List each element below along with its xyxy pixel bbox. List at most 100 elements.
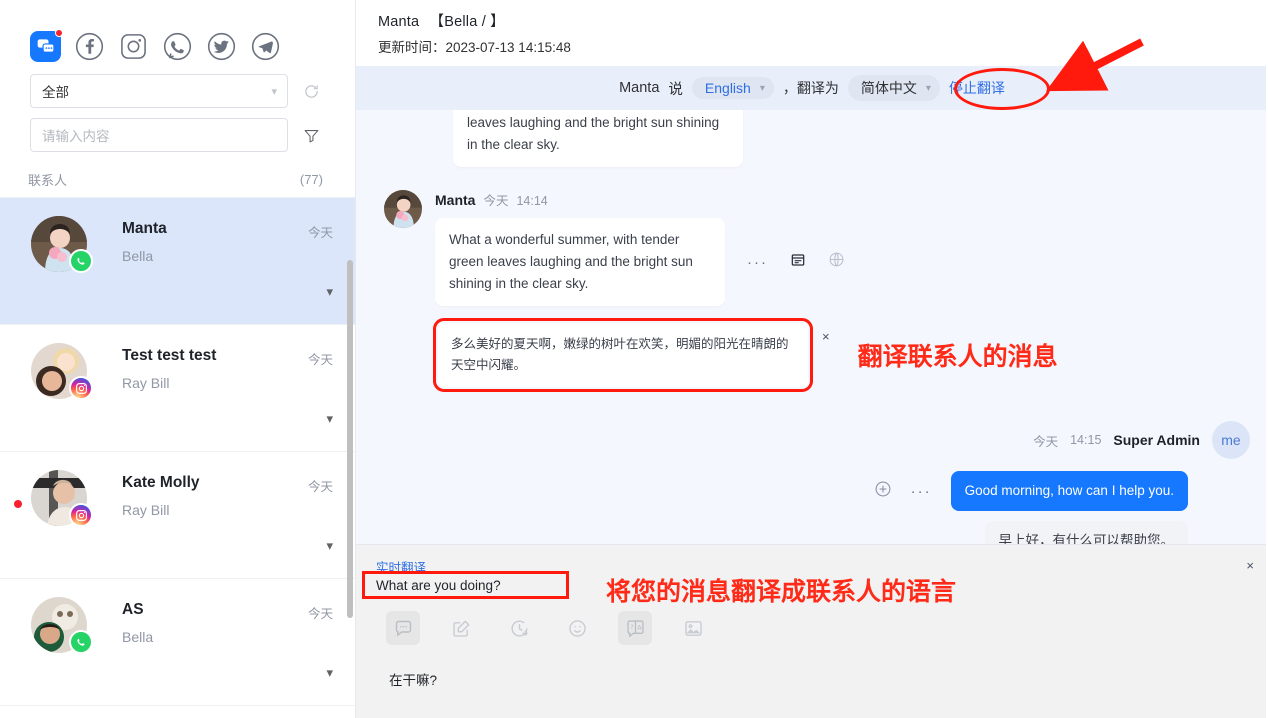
svg-text:A: A (637, 623, 642, 631)
contacts-count: (77) (299, 172, 323, 187)
twitter-icon[interactable] (206, 31, 237, 62)
instagram-badge-icon (69, 503, 93, 527)
contact-subtitle: Bella (122, 248, 154, 264)
annotation-translate-your-message: 将您的消息翻译成联系人的语言 (606, 578, 957, 606)
refresh-icon[interactable] (300, 80, 322, 102)
instagram-icon[interactable] (118, 31, 149, 62)
compose-edit-icon[interactable] (444, 611, 478, 645)
channel-filter-value: 全部 (42, 85, 69, 100)
contact-list[interactable]: Manta Bella 今天 ▾ Test test test Ray Bill… (0, 197, 355, 718)
annotation-translate-contact-message: 翻译联系人的消息 (857, 343, 1058, 371)
funnel-filter-icon[interactable] (300, 124, 322, 146)
more-icon[interactable]: ··· (911, 483, 932, 500)
message-sender-name: Super Admin (1113, 432, 1200, 448)
source-language-value: English (704, 80, 751, 96)
message-day: 今天 (1033, 434, 1059, 449)
app-logo-icon[interactable] (30, 28, 63, 62)
search-input[interactable]: 请输入内容 (30, 118, 288, 152)
filter-select-row: 全部 ▾ (0, 74, 355, 108)
contacts-header: 联系人 (77) (0, 152, 355, 197)
contacts-label: 联系人 (28, 173, 68, 188)
contact-name: Manta (122, 220, 167, 237)
whatsapp-icon[interactable] (162, 31, 193, 62)
search-row: 请输入内容 (0, 118, 355, 152)
message-time: 14:14 (516, 194, 548, 208)
contact-subtitle: Ray Bill (122, 502, 170, 518)
chevron-down-icon[interactable]: ▾ (326, 538, 333, 554)
realtime-translate-label: 实时翻译 (376, 561, 427, 575)
avatar (31, 343, 93, 400)
contact-time: 今天 (307, 226, 333, 240)
chevron-down-icon: ▾ (759, 82, 765, 94)
contact-time: 今天 (307, 480, 333, 494)
contact-list-item-manta[interactable]: Manta Bella 今天 ▾ (0, 198, 355, 325)
svg-text:?: ? (630, 623, 634, 631)
contact-name: Test test test (122, 347, 217, 364)
history-schedule-icon[interactable] (502, 611, 536, 645)
search-placeholder: 请输入内容 (42, 129, 110, 144)
message-translation-row: 多么美好的夏天啊，嫩绿的树叶在欢笑，明媚的阳光在晴朗的天空中闪耀。 × 翻译联系… (433, 318, 1058, 392)
note-icon[interactable] (790, 252, 806, 273)
telegram-icon[interactable] (250, 31, 281, 62)
chevron-down-icon[interactable]: ▾ (326, 284, 333, 300)
source-language-select[interactable]: English ▾ (691, 77, 774, 99)
contact-list-item-as[interactable]: AS Bella 今天 ▾ (0, 579, 355, 706)
sidebar-panel: 全部 ▾ 请输入内容 联系人 (77) Manta Bella 今天 ▾ Tes… (0, 0, 356, 718)
more-icon[interactable]: ··· (747, 254, 768, 271)
globe-translate-icon[interactable] (828, 251, 845, 273)
translation-bar-who: Manta (619, 80, 660, 96)
contact-subtitle: Ray Bill (122, 375, 170, 391)
stop-translate-link[interactable]: 停止翻译 (949, 78, 1005, 98)
avatar (31, 470, 93, 527)
message-day: 今天 (483, 194, 509, 208)
image-icon[interactable] (676, 611, 710, 645)
chat-title-row: Manta 【Bella / 】 (378, 10, 1268, 31)
incoming-translation-box: 多么美好的夏天啊，嫩绿的树叶在欢笑，明媚的阳光在晴朗的天空中闪耀。 (433, 318, 813, 392)
message-sender-name: Manta (435, 192, 476, 208)
contact-list-item-test-test-test[interactable]: Test test test Ray Bill 今天 ▾ (0, 325, 355, 452)
chat-header: Manta 【Bella / 】 更新时间：2023-07-13 14:15:4… (356, 0, 1268, 66)
chevron-down-icon: ▾ (925, 82, 931, 94)
target-language-select[interactable]: 简体中文 ▾ (847, 75, 940, 101)
translation-settings-bar: Manta 说 English ▾ ，翻译为 简体中文 ▾ 停止翻译 (356, 66, 1268, 110)
contact-name: Kate Molly (122, 474, 200, 491)
avatar: me (1212, 421, 1250, 459)
contact-name: AS (122, 601, 144, 618)
composer-toolbar: ? A (386, 611, 710, 645)
message-time: 14:15 (1070, 433, 1102, 447)
chevron-down-icon[interactable]: ▾ (326, 411, 333, 427)
message-sender-line: Manta 今天 14:14 (435, 190, 845, 209)
add-circle-icon[interactable] (874, 480, 892, 503)
contact-time: 今天 (307, 353, 333, 367)
channel-filter-select[interactable]: 全部 ▾ (30, 74, 288, 108)
avatar (384, 190, 422, 228)
contact-list-scrollbar[interactable] (347, 260, 353, 618)
chat-nickname: 【Bella / 】 (429, 14, 505, 30)
message-partial-incoming: leaves laughing and the bright sun shini… (453, 110, 743, 167)
page-title: Manta (378, 14, 420, 30)
close-icon[interactable]: × (1246, 558, 1254, 573)
chat-panel: Manta 【Bella / 】 更新时间：2023-07-13 14:15:4… (356, 0, 1268, 718)
emoji-icon[interactable] (560, 611, 594, 645)
unread-badge-dot (55, 28, 63, 37)
realtime-translate-preview: What are you doing? (376, 578, 501, 593)
message-bubble-text: Good morning, how can I help you. (950, 471, 1188, 511)
translation-bar-middle-text: ，翻译为 (782, 80, 839, 96)
message-action-bar: ··· (747, 251, 845, 273)
quick-reply-icon[interactable] (386, 611, 420, 645)
translate-icon[interactable]: ? A (618, 611, 652, 645)
message-composer: 实时翻译 What are you doing? × ? A 在干嘛? (356, 544, 1268, 718)
contact-list-item-kate-molly[interactable]: Kate Molly Ray Bill 今天 ▾ (0, 452, 355, 579)
channel-filter-bar (0, 0, 355, 68)
message-input[interactable]: 在干嘛? (389, 669, 437, 689)
chat-application: 全部 ▾ 请输入内容 联系人 (77) Manta Bella 今天 ▾ Tes… (0, 0, 1268, 718)
contact-time: 今天 (307, 607, 333, 621)
chevron-down-icon[interactable]: ▾ (326, 665, 333, 681)
facebook-icon[interactable] (74, 31, 105, 62)
whatsapp-badge-icon (69, 249, 93, 273)
message-bubble-text: What a wonderful summer, with tender gre… (435, 218, 725, 306)
chat-updated-time: 更新时间：2023-07-13 14:15:48 (378, 40, 571, 55)
close-icon[interactable]: × (822, 329, 830, 344)
avatar (31, 597, 93, 654)
instagram-badge-icon (69, 376, 93, 400)
